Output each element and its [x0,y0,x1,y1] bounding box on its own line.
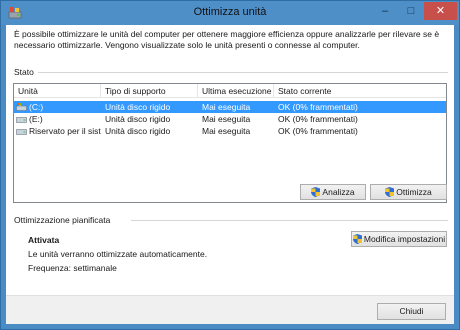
drive-status: OK (0% frammentati) [278,102,358,112]
uac-shield-icon [385,186,395,197]
column-header-current-status[interactable]: Stato corrente [274,84,446,98]
drive-last-run: Mai eseguita [202,126,251,136]
optimize-button[interactable]: Ottimizza [370,184,447,200]
uac-shield-icon [311,186,321,197]
drive-last-run: Mai eseguita [202,102,251,112]
status-section-label: Stato [14,67,34,77]
column-header-media-type[interactable]: Tipo di supporto [101,84,198,98]
drive-name: (C:) [29,102,44,112]
hard-drive-icon [16,117,27,123]
drive-name: Riservato per il sist... [29,126,101,136]
title-bar[interactable]: Ottimizza unità – □ ✕ [1,1,459,25]
drive-status: OK (0% frammentati) [278,114,358,124]
close-button[interactable]: Chiudi [377,303,446,320]
scheduled-section-label: Ottimizzazione pianificata [14,215,111,225]
minimize-button[interactable]: – [372,2,398,20]
uac-shield-icon [352,233,362,244]
change-settings-button[interactable]: Modifica impostazioni [351,231,447,247]
column-header-last-run[interactable]: Ultima esecuzione [198,84,274,98]
drive-name: (E:) [29,114,43,124]
change-settings-label: Modifica impostazioni [363,234,446,244]
analyze-button[interactable]: Analizza [300,184,366,200]
window-client-area: È possibile ottimizzare le unità del com… [6,25,454,324]
schedule-state: Attivata [28,235,60,245]
drive-row-system-reserved[interactable]: Riservato per il sist... Unità disco rig… [14,125,446,137]
drive-last-run: Mai eseguita [202,114,251,124]
dialog-footer: Chiudi [6,295,454,324]
drive-media-type: Unità disco rigido [105,102,171,112]
drive-status: OK (0% frammentati) [278,126,358,136]
analyze-label: Analizza [322,187,355,197]
windows-drive-icon [16,103,27,111]
drive-media-type: Unità disco rigido [105,126,171,136]
drive-media-type: Unità disco rigido [105,114,171,124]
column-header-drive[interactable]: Unità [14,84,101,98]
scheduled-separator [131,220,448,221]
drive-row-c[interactable]: (C:) Unità disco rigido Mai eseguita OK … [14,101,446,113]
schedule-description: Le unità verranno ottimizzate automatica… [28,249,208,259]
hard-drive-icon [16,129,27,135]
schedule-frequency: Frequenza: settimanale [28,263,117,273]
optimize-drives-window: Ottimizza unità – □ ✕ È possibile ottimi… [0,0,460,330]
intro-text: È possibile ottimizzare le unità del com… [14,29,440,50]
drives-list-header: Unità Tipo di supporto Ultima esecuzione… [14,84,446,98]
drive-row-e[interactable]: (E:) Unità disco rigido Mai eseguita OK … [14,113,446,125]
maximize-button[interactable]: □ [398,2,424,20]
close-window-button[interactable]: ✕ [424,2,457,20]
status-separator [38,72,448,73]
optimize-label: Ottimizza [396,187,432,197]
